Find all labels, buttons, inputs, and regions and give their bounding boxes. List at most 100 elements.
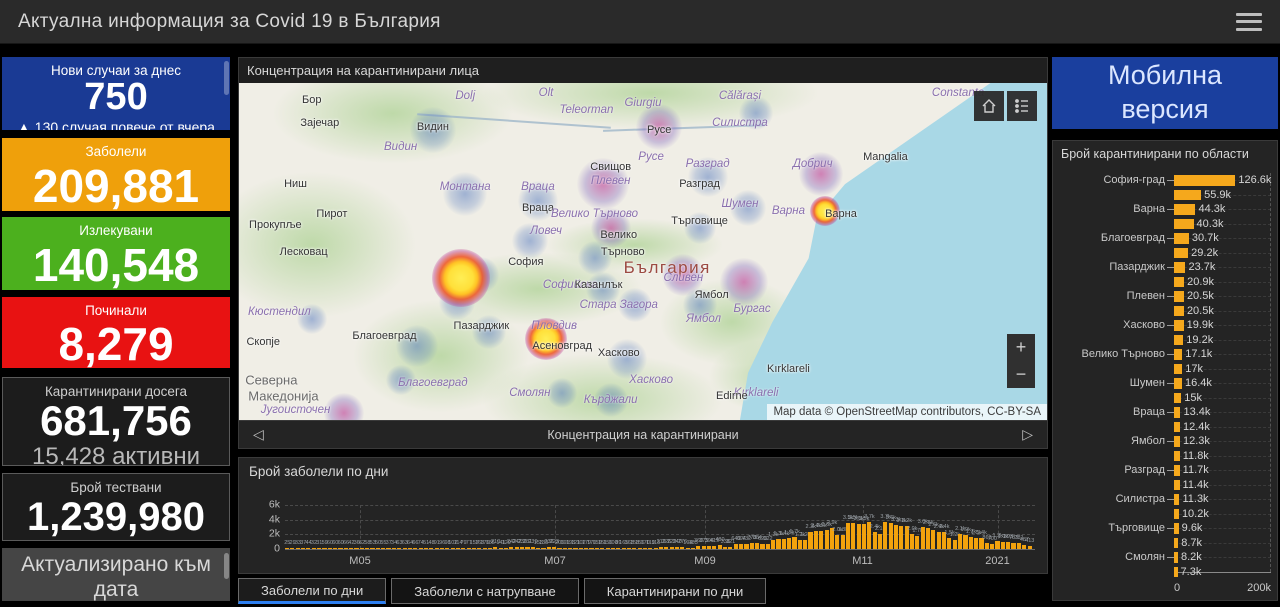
tab-2[interactable]: Заболели с натрупване xyxy=(391,578,579,604)
region-row: София-град 126.6k xyxy=(1053,173,1271,188)
region-bar[interactable] xyxy=(1174,204,1196,215)
map-label-region: Сливен xyxy=(663,272,704,285)
card-recovered: Излекувани 140,548 xyxy=(2,217,230,290)
region-value: 12.3k xyxy=(1182,435,1210,448)
daily-bar xyxy=(792,536,797,549)
daily-bar xyxy=(808,531,813,549)
region-bar[interactable] xyxy=(1174,378,1182,389)
region-bar[interactable] xyxy=(1174,305,1184,316)
region-tick xyxy=(1167,324,1174,326)
region-bar[interactable] xyxy=(1174,508,1179,519)
region-bar[interactable] xyxy=(1174,363,1183,374)
daily-bar xyxy=(477,547,482,549)
daily-bar xyxy=(974,538,979,549)
daily-cases-chart[interactable]: 6k 4k 2k 0 M05 M07 M09 M11 2021 25 29 33 37 44 32 31 59 6… xyxy=(269,498,1035,567)
card-tested: Брой тествани 1,239,980 xyxy=(2,473,230,541)
daily-bar xyxy=(605,547,610,549)
carousel-next-icon[interactable]: ▷ xyxy=(1022,426,1033,443)
region-label: Разград xyxy=(1124,464,1165,477)
region-bar[interactable] xyxy=(1174,407,1181,418)
zoom-in-button[interactable]: + xyxy=(1007,334,1035,361)
tab-3[interactable]: Карантинирани по дни xyxy=(583,578,767,604)
infected-value: 209,881 xyxy=(32,160,200,211)
region-bar[interactable] xyxy=(1174,233,1189,244)
x-axis-tick: M05 xyxy=(349,555,371,567)
card-scrollbar[interactable] xyxy=(224,553,229,579)
zoom-out-button[interactable]: − xyxy=(1007,361,1035,388)
region-bar-zone: 8.7k xyxy=(1174,536,1271,551)
regions-chart-title: Брой карантинирани по области xyxy=(1061,147,1249,161)
regions-bar-chart[interactable]: София-град 126.6k 55.9k Варна 44.3k 40.3k Благ… xyxy=(1053,173,1271,578)
hamburger-menu-icon[interactable] xyxy=(1236,12,1262,31)
terrain-patch xyxy=(239,170,417,319)
tab-1[interactable]: Заболели по дни xyxy=(238,578,387,604)
region-value: 8.2k xyxy=(1180,551,1202,564)
region-bar[interactable] xyxy=(1174,189,1202,200)
daily-bar xyxy=(851,523,856,549)
region-bar[interactable] xyxy=(1174,465,1180,476)
daily-bar xyxy=(386,548,391,549)
daily-bar xyxy=(920,526,925,549)
region-value: 17k xyxy=(1185,362,1203,375)
home-icon[interactable] xyxy=(974,91,1004,121)
region-bar[interactable] xyxy=(1174,262,1186,273)
region-bar[interactable] xyxy=(1174,566,1178,577)
region-bar[interactable] xyxy=(1174,392,1182,403)
region-row: Шумен 16.4k xyxy=(1053,376,1271,391)
region-bar-zone: 11.7k xyxy=(1174,463,1271,478)
daily-bar xyxy=(568,547,573,549)
region-bar[interactable] xyxy=(1174,218,1194,229)
region-bar[interactable] xyxy=(1174,494,1180,505)
region-bar[interactable] xyxy=(1174,537,1179,548)
map-label-city: Свищов xyxy=(590,161,632,174)
region-row: 40.3k xyxy=(1053,217,1271,232)
tested-title: Брой тествани xyxy=(70,480,162,495)
region-label: Търговище xyxy=(1108,522,1165,535)
region-bar[interactable] xyxy=(1174,175,1236,186)
map-label-region: Смолян xyxy=(509,387,551,400)
daily-bar xyxy=(423,548,428,549)
map-label-region: Călărași xyxy=(718,90,762,103)
daily-bar xyxy=(712,545,717,549)
legend-list-icon[interactable] xyxy=(1007,91,1037,121)
quarantine-heatmap[interactable]: Бор Зајечар Видин Видин Dolj Olt Teleorman Giur… xyxy=(239,83,1047,420)
daily-bar xyxy=(578,548,583,549)
region-bar[interactable] xyxy=(1174,349,1183,360)
region-bar[interactable] xyxy=(1174,421,1180,432)
region-bar[interactable] xyxy=(1174,479,1180,490)
daily-bar xyxy=(958,533,963,549)
chart-tabs: Заболели по дни Заболели с натрупване Кара… xyxy=(238,578,767,604)
mobile-version-button[interactable]: Мобилна версия xyxy=(1052,57,1278,129)
daily-bar xyxy=(909,534,915,549)
map-label-city: Зајечар xyxy=(300,117,340,130)
daily-bar xyxy=(610,548,615,549)
daily-bar xyxy=(354,548,359,549)
gridline-200k xyxy=(1270,173,1271,572)
carousel-prev-icon[interactable]: ◁ xyxy=(253,426,264,443)
daily-bar xyxy=(696,546,701,549)
y-axis-tick: 0 xyxy=(274,542,280,555)
region-bar-zone: 12.4k xyxy=(1174,420,1271,435)
daily-bar xyxy=(984,542,989,549)
region-bar[interactable] xyxy=(1174,450,1180,461)
region-bar[interactable] xyxy=(1174,552,1178,563)
daily-bar xyxy=(322,548,327,549)
region-label: Хасково xyxy=(1123,319,1165,332)
region-bar[interactable] xyxy=(1174,523,1179,534)
daily-bar xyxy=(947,538,952,549)
region-bar[interactable] xyxy=(1174,436,1180,447)
map-label-city: Пирот xyxy=(316,208,348,221)
region-bar-zone: 29.2k xyxy=(1174,246,1271,261)
region-value: 7.3k xyxy=(1180,565,1202,578)
card-scrollbar[interactable] xyxy=(224,61,229,95)
region-bar[interactable] xyxy=(1174,276,1185,287)
region-bar[interactable] xyxy=(1174,320,1184,331)
region-bar[interactable] xyxy=(1174,291,1184,302)
region-label: Враца xyxy=(1133,406,1165,419)
region-bar[interactable] xyxy=(1174,247,1189,258)
daily-bar xyxy=(899,526,904,549)
region-bar[interactable] xyxy=(1174,334,1184,345)
map-label-region: Giurgiu xyxy=(624,97,662,110)
map-label-region: Видин xyxy=(384,141,418,154)
map-label-city: Варна xyxy=(825,208,857,221)
